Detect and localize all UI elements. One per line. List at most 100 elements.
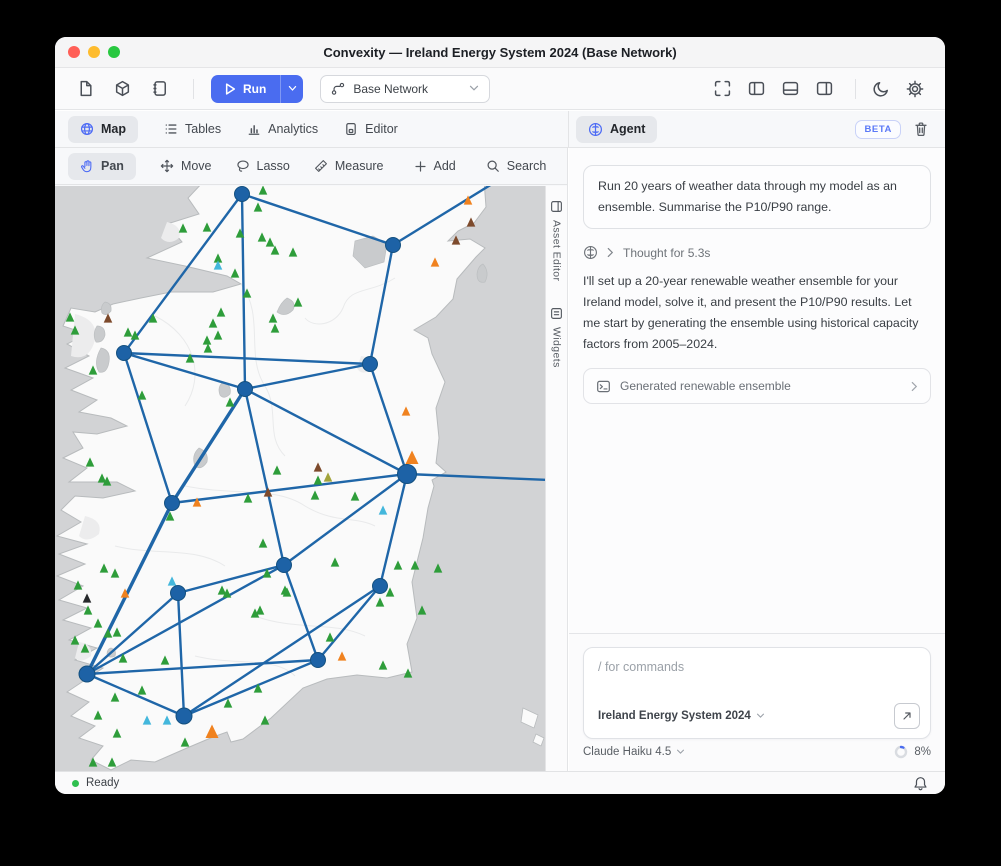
- tool-add[interactable]: Add: [414, 159, 456, 173]
- lasso-icon: [236, 159, 250, 173]
- network-node[interactable]: [165, 496, 180, 511]
- chevron-right-icon: [607, 247, 614, 258]
- tool-lasso-label: Lasso: [257, 159, 290, 173]
- ireland-landmass: [57, 186, 486, 770]
- message-input[interactable]: [592, 654, 922, 680]
- message-input-card[interactable]: Ireland Energy System 2024: [583, 647, 931, 739]
- network-node[interactable]: [363, 357, 378, 372]
- minimize-window-button[interactable]: [88, 46, 100, 58]
- model-selector-value: Claude Haiku 4.5: [583, 746, 671, 758]
- tool-result-card[interactable]: Generated renewable ensemble: [583, 368, 931, 404]
- moon-icon: [873, 80, 890, 97]
- tool-measure[interactable]: Measure: [314, 159, 384, 173]
- toggle-bottom-panel-button[interactable]: [776, 76, 804, 102]
- generator-marker[interactable]: [418, 605, 427, 614]
- tool-search[interactable]: Search: [486, 159, 547, 173]
- notebook-button[interactable]: [145, 76, 173, 102]
- run-options-caret[interactable]: [280, 75, 303, 103]
- network-node[interactable]: [176, 708, 192, 724]
- network-node[interactable]: [238, 382, 253, 397]
- asset-editor-label: Asset Editor: [551, 220, 563, 281]
- thought-row[interactable]: Thought for 5.3s: [583, 245, 931, 260]
- agent-chat-panel: Run 20 years of weather data through my …: [569, 148, 945, 633]
- notifications-button[interactable]: [913, 776, 928, 791]
- network-node[interactable]: [171, 586, 186, 601]
- tab-map[interactable]: Map: [68, 116, 138, 143]
- tab-tables[interactable]: Tables: [164, 122, 221, 136]
- send-arrow-icon: [901, 710, 913, 722]
- tab-agent-label: Agent: [610, 122, 645, 136]
- status-dot: [72, 780, 79, 787]
- dark-mode-button[interactable]: [867, 76, 895, 102]
- network-selector-value: Base Network: [353, 82, 428, 96]
- view-tab-bar: Map Tables Analytics Editor Agent BETA: [55, 111, 945, 148]
- network-node[interactable]: [398, 465, 417, 484]
- network-node[interactable]: [117, 346, 132, 361]
- branch-icon: [331, 82, 345, 96]
- thought-label: Thought for 5.3s: [623, 246, 710, 260]
- network-node[interactable]: [386, 238, 401, 253]
- tool-pan[interactable]: Pan: [68, 153, 136, 180]
- status-label: Ready: [86, 777, 119, 789]
- run-button[interactable]: Run: [211, 75, 303, 103]
- network-selector[interactable]: Base Network: [320, 75, 490, 103]
- toggle-right-panel-button[interactable]: [810, 76, 838, 102]
- title-bar: Convexity — Ireland Energy System 2024 (…: [55, 37, 945, 68]
- clear-chat-button[interactable]: [913, 121, 929, 137]
- network-node[interactable]: [311, 653, 326, 668]
- network-node[interactable]: [79, 666, 95, 682]
- tab-editor[interactable]: Editor: [344, 122, 398, 136]
- status-bar: Ready: [55, 771, 945, 794]
- network-node[interactable]: [235, 187, 250, 202]
- generator-marker[interactable]: [434, 563, 443, 572]
- user-message: Run 20 years of weather data through my …: [583, 165, 931, 229]
- hand-icon: [80, 159, 94, 173]
- usage-label: 8%: [914, 746, 931, 758]
- assistant-response: I'll set up a 20-year renewable weather …: [583, 271, 931, 355]
- chevron-down-icon: [469, 85, 479, 92]
- network-node[interactable]: [277, 558, 292, 573]
- lake: [477, 264, 487, 282]
- context-selector[interactable]: Ireland Energy System 2024: [598, 710, 765, 722]
- toolbar-separator: [193, 79, 194, 99]
- tool-move[interactable]: Move: [160, 159, 212, 173]
- chevron-right-icon: [911, 381, 918, 392]
- new-file-button[interactable]: [71, 76, 99, 102]
- widgets-label: Widgets: [551, 327, 563, 368]
- bar-chart-icon: [247, 122, 261, 136]
- search-icon: [486, 159, 500, 173]
- main-toolbar: Run Base Network: [55, 68, 945, 110]
- send-button[interactable]: [894, 703, 920, 729]
- chevron-down-icon: [756, 713, 765, 719]
- document-icon: [344, 122, 358, 136]
- panel-divider: [568, 111, 569, 147]
- fullscreen-button[interactable]: [708, 76, 736, 102]
- terminal-icon: [596, 379, 611, 394]
- expand-icon: [714, 80, 731, 97]
- toggle-left-panel-button[interactable]: [742, 76, 770, 102]
- tool-lasso[interactable]: Lasso: [236, 159, 290, 173]
- asset-editor-toggle[interactable]: Asset Editor: [550, 200, 563, 281]
- move-arrows-icon: [160, 159, 174, 173]
- network-node[interactable]: [373, 579, 388, 594]
- lake: [101, 302, 111, 315]
- tab-analytics[interactable]: Analytics: [247, 122, 318, 136]
- bell-icon: [913, 776, 928, 791]
- window-title: Convexity — Ireland Energy System 2024 (…: [323, 45, 676, 60]
- package-button[interactable]: [108, 76, 136, 102]
- panel-bottom-icon: [782, 80, 799, 97]
- model-selector[interactable]: Claude Haiku 4.5: [583, 746, 685, 758]
- settings-button[interactable]: [901, 76, 929, 102]
- asset-editor-panel-icon: [550, 200, 563, 213]
- tool-add-label: Add: [434, 159, 456, 173]
- widgets-toggle[interactable]: Widgets: [550, 307, 563, 368]
- tab-agent[interactable]: Agent: [576, 116, 657, 143]
- widgets-panel-icon: [550, 307, 563, 320]
- map-canvas[interactable]: [55, 186, 545, 771]
- maximize-window-button[interactable]: [108, 46, 120, 58]
- tool-card-label: Generated renewable ensemble: [620, 379, 791, 393]
- tool-search-label: Search: [507, 159, 547, 173]
- close-window-button[interactable]: [68, 46, 80, 58]
- gear-icon: [906, 80, 924, 98]
- beta-badge: BETA: [855, 120, 901, 139]
